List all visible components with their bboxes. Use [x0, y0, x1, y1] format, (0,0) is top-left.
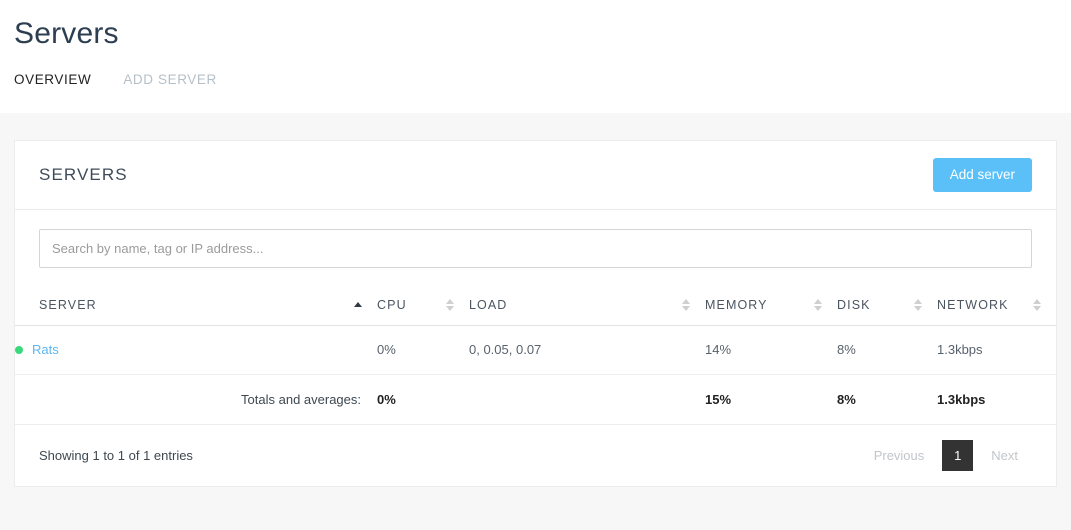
totals-network: 1.3kbps	[937, 391, 986, 407]
cell-load: 0, 0.05, 0.07	[469, 342, 542, 357]
table-head: SERVER CPU LOAD MEMORY DISK NETWORK	[15, 285, 1056, 325]
tab-overview[interactable]: OVERVIEW	[14, 72, 91, 89]
cell-memory: 14%	[705, 342, 732, 357]
column-label-network: NETWORK	[937, 297, 1009, 312]
sort-ascending-icon	[354, 298, 363, 312]
search-input[interactable]	[39, 229, 1032, 268]
column-label-cpu: CPU	[377, 297, 407, 312]
tab-bar: OVERVIEW ADD SERVER	[14, 72, 1057, 89]
totals-label: Totals and averages:	[241, 391, 361, 407]
page-title: Servers	[14, 17, 119, 50]
add-server-button[interactable]: Add server	[932, 158, 1032, 192]
column-header-disk[interactable]: DISK	[837, 285, 937, 325]
search-zone	[15, 210, 1056, 285]
totals-load	[469, 374, 705, 424]
showing-entries-text: Showing 1 to 1 of 1 entries	[39, 447, 193, 463]
column-label-server: SERVER	[39, 297, 97, 312]
status-online-icon	[15, 345, 23, 354]
cell-cpu: 0%	[377, 342, 396, 357]
column-label-disk: DISK	[837, 297, 871, 312]
pagination: Previous 1 Next	[860, 439, 1032, 471]
column-label-memory: MEMORY	[705, 297, 768, 312]
sort-both-icon	[914, 298, 923, 312]
pagination-previous-button[interactable]: Previous	[860, 441, 939, 470]
table-body: Rats 0% 0, 0.05, 0.07 14% 8% 1.3kbps Tot…	[15, 325, 1056, 424]
table-row[interactable]: Rats 0% 0, 0.05, 0.07 14% 8% 1.3kbps	[15, 325, 1056, 374]
page-header: Servers OVERVIEW ADD SERVER	[0, 0, 1071, 113]
column-header-server[interactable]: SERVER	[15, 285, 377, 325]
sort-both-icon	[682, 298, 691, 312]
card-footer: Showing 1 to 1 of 1 entries Previous 1 N…	[15, 425, 1056, 486]
card-header: SERVERS Add server	[15, 141, 1056, 210]
sort-both-icon	[814, 298, 823, 312]
content-area: SERVERS Add server SERVER	[0, 113, 1071, 487]
column-header-load[interactable]: LOAD	[469, 285, 705, 325]
pagination-page-1-button[interactable]: 1	[942, 439, 974, 471]
pagination-next-button[interactable]: Next	[977, 441, 1032, 470]
servers-table: SERVER CPU LOAD MEMORY DISK NETWORK Rats…	[15, 285, 1056, 425]
totals-row: Totals and averages: 0% 15% 8% 1.3kbps	[15, 374, 1056, 424]
totals-cpu: 0%	[377, 391, 396, 407]
totals-memory: 15%	[705, 391, 732, 407]
table-header-row: SERVER CPU LOAD MEMORY DISK NETWORK	[15, 285, 1056, 325]
column-header-memory[interactable]: MEMORY	[705, 285, 837, 325]
tab-add-server[interactable]: ADD SERVER	[123, 72, 217, 89]
cell-disk: 8%	[837, 342, 856, 357]
cell-network: 1.3kbps	[937, 342, 983, 357]
card-title: SERVERS	[39, 165, 128, 184]
servers-card: SERVERS Add server SERVER	[14, 140, 1057, 487]
column-header-cpu[interactable]: CPU	[377, 285, 469, 325]
server-name-link[interactable]: Rats	[32, 342, 59, 357]
column-label-load: LOAD	[469, 297, 508, 312]
sort-both-icon	[1033, 298, 1042, 312]
totals-disk: 8%	[837, 391, 856, 407]
cell-server: Rats	[15, 325, 377, 374]
sort-both-icon	[446, 298, 455, 312]
column-header-network[interactable]: NETWORK	[937, 285, 1056, 325]
